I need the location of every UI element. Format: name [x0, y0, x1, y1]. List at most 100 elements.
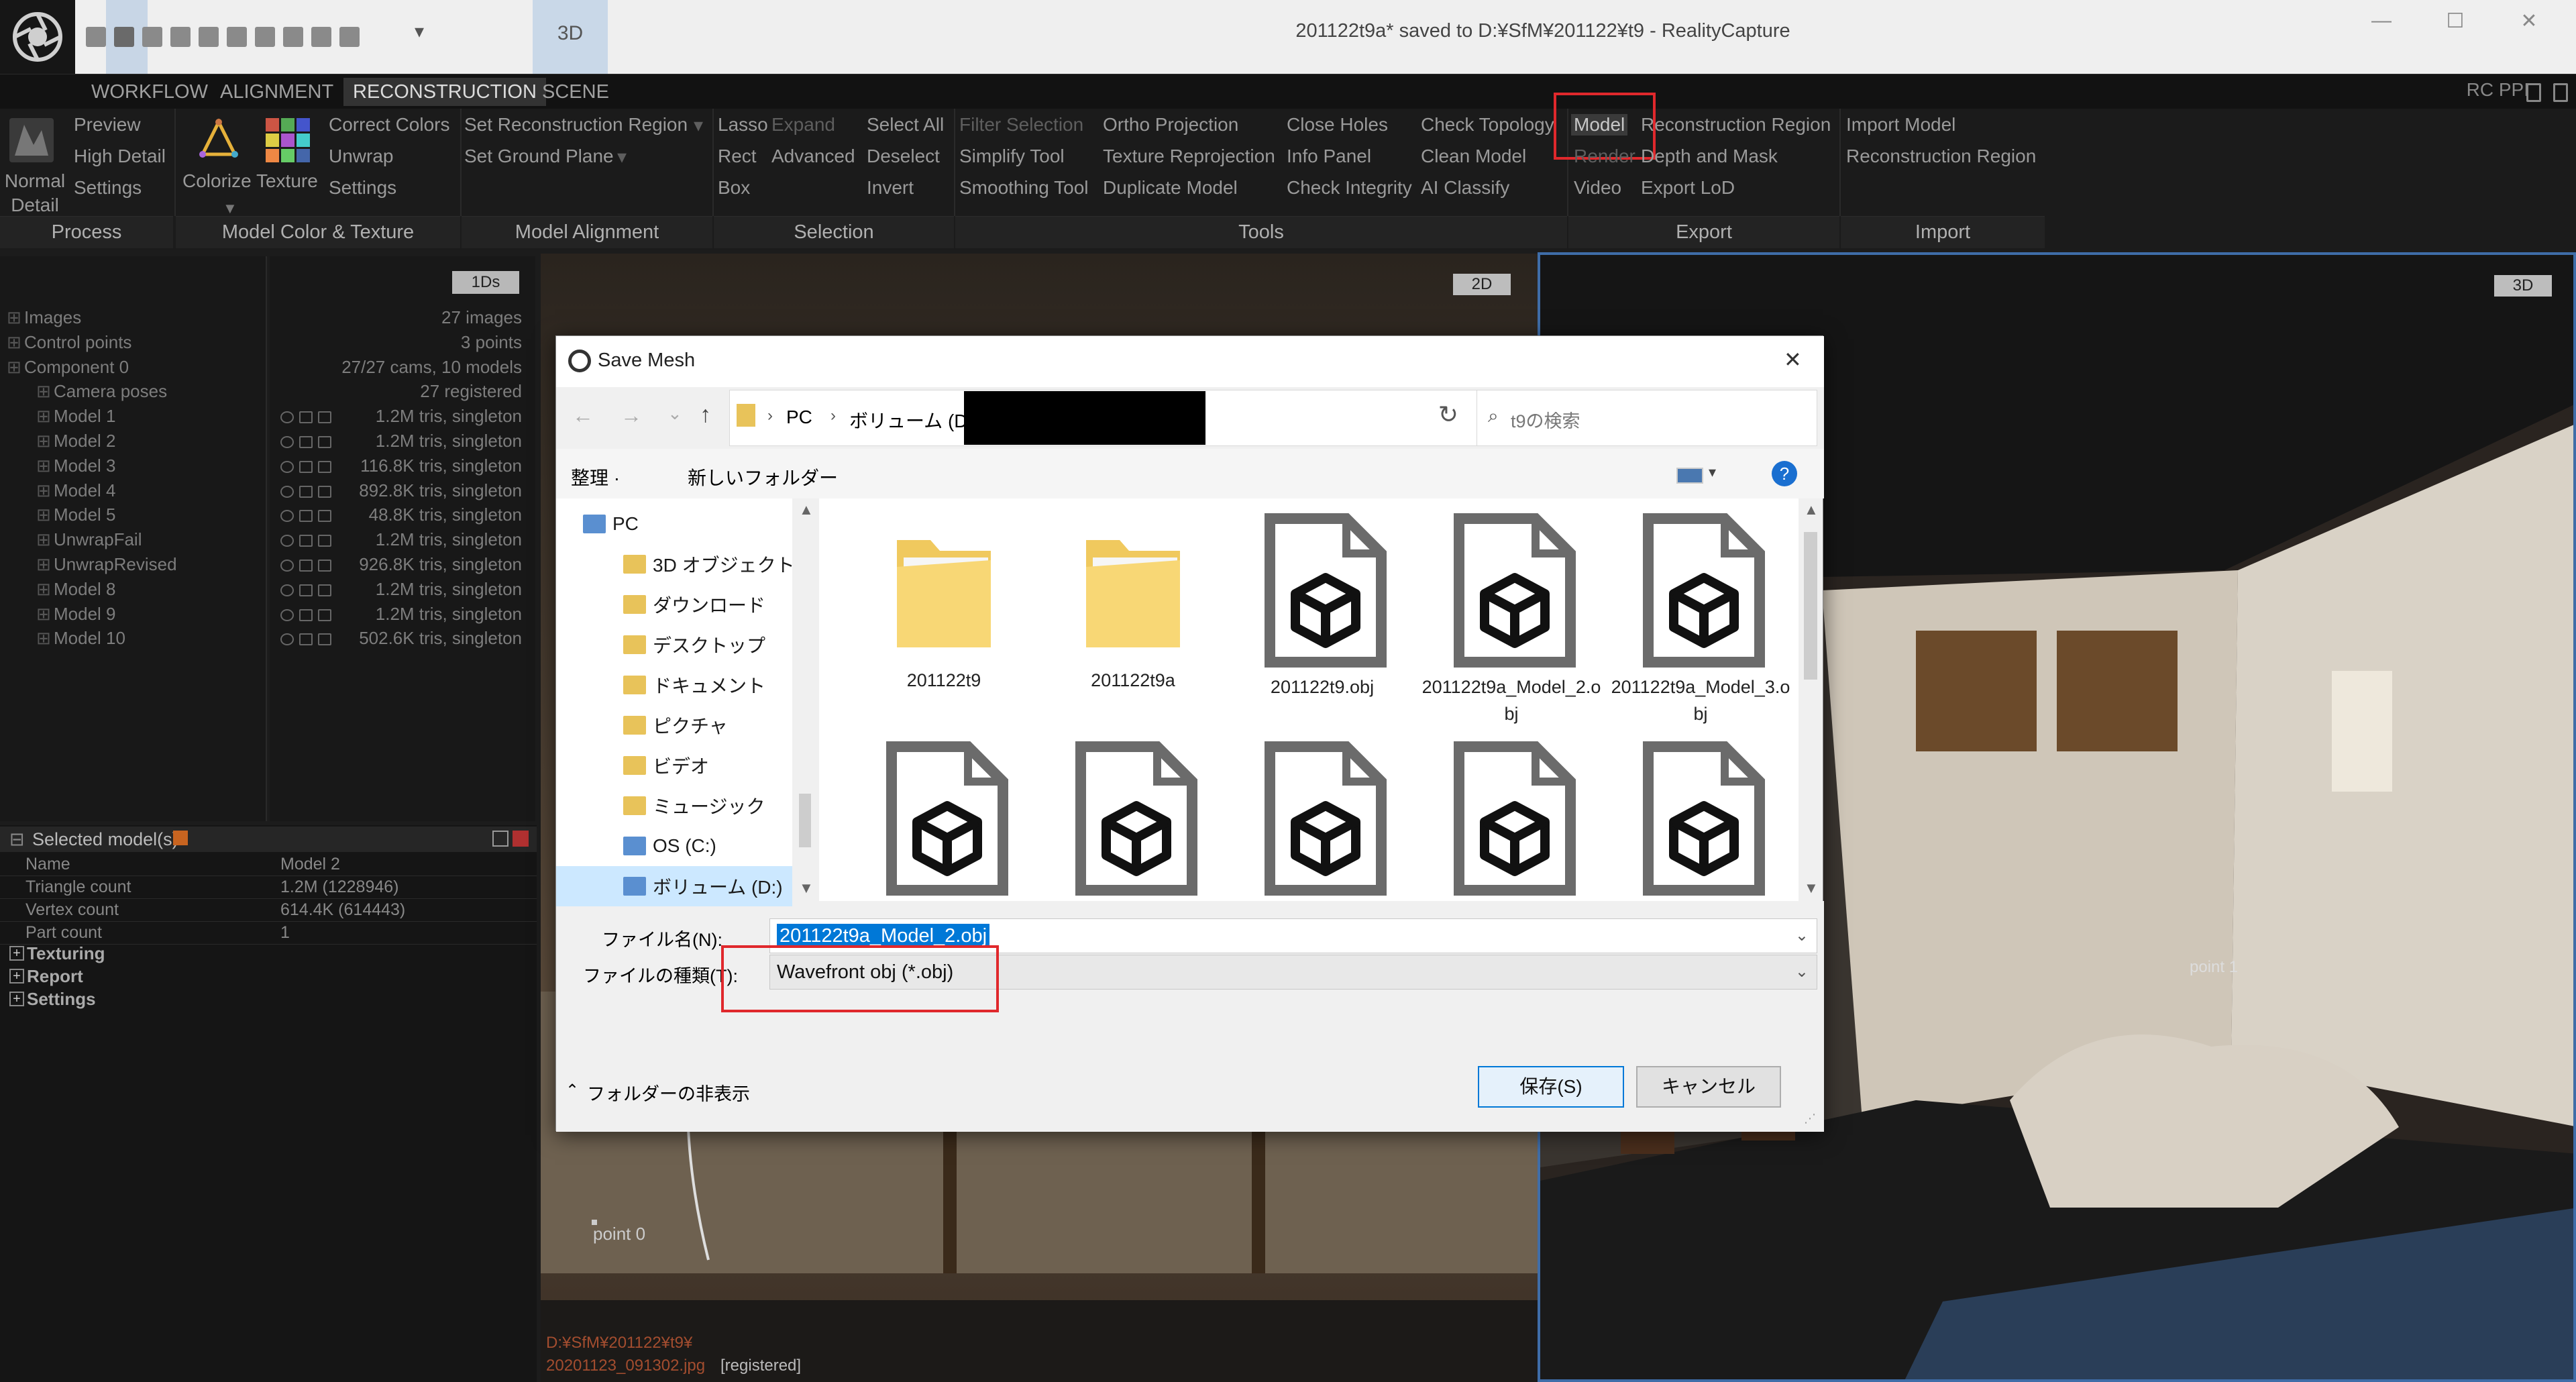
filter-selection-button[interactable]: Filter Selection [959, 114, 1083, 136]
collapse-icon[interactable]: ⊟ [9, 829, 25, 850]
close-button[interactable]: ✕ [2509, 9, 2549, 36]
expand-icon[interactable]: ⊞ [36, 628, 51, 649]
file-tile[interactable]: 201122t9a [1040, 513, 1226, 728]
property-section[interactable]: Settings [27, 989, 96, 1012]
up-arrow-icon[interactable]: ↑ [700, 402, 711, 428]
expand-icon[interactable]: ⊞ [36, 456, 51, 476]
chevron-down-icon[interactable]: ⌄ [1795, 919, 1809, 953]
expand-icon[interactable]: ⊞ [7, 357, 21, 378]
layout-8-icon[interactable] [283, 27, 303, 47]
expand-button[interactable]: Expand [771, 114, 835, 136]
hide-folders-button[interactable]: フォルダーの非表示 [587, 1079, 750, 1106]
organize-button[interactable]: 整理 · [571, 464, 620, 490]
chevron-down-icon[interactable]: ▾ [694, 114, 703, 136]
expand-icon[interactable]: ⊞ [36, 579, 51, 600]
file-tile[interactable]: 201122t9.obj [1230, 513, 1415, 728]
rect-button[interactable]: Rect [718, 146, 757, 167]
advanced-button[interactable]: Advanced [771, 146, 855, 167]
3d-badge[interactable]: 3D [2494, 275, 2552, 297]
scroll-up-icon[interactable]: ▲ [799, 501, 814, 519]
expand-icon[interactable]: ⊞ [36, 480, 51, 501]
scroll-thumb[interactable] [1804, 532, 1817, 680]
cancel-button[interactable]: キャンセル [1636, 1066, 1781, 1108]
chevron-down-icon[interactable]: ⌄ [1795, 955, 1809, 989]
colorize-icon[interactable] [199, 118, 239, 160]
maximize-button[interactable]: ☐ [2435, 9, 2475, 36]
info-panel-button[interactable]: Info Panel [1287, 146, 1371, 167]
1ds-badge[interactable]: 1Ds [452, 271, 519, 294]
expand-section-icon[interactable]: + [9, 992, 24, 1006]
menu-reconstruction[interactable]: RECONSTRUCTION [343, 78, 546, 106]
normal-detail-icon[interactable] [9, 118, 54, 162]
menu-scene[interactable]: SCENE [533, 78, 619, 106]
chevron-down-icon[interactable]: ▾ [1709, 464, 1716, 481]
simplify-tool-button[interactable]: Simplify Tool [959, 146, 1065, 167]
minimize-button[interactable]: — [2361, 9, 2402, 36]
export-lod-button[interactable]: Export LoD [1641, 177, 1735, 199]
nav-scrollbar[interactable]: ▲ ▼ [792, 498, 818, 901]
colorize-texture-button[interactable]: Colorize Texture [182, 170, 318, 192]
expand-icon[interactable]: ⊞ [36, 431, 51, 451]
import-model-button[interactable]: Import Model [1846, 114, 1955, 136]
select-all-button[interactable]: Select All [867, 114, 944, 136]
app-logo-icon[interactable] [0, 0, 75, 74]
high-detail-button[interactable]: High Detail [74, 146, 166, 167]
texture-reprojection-button[interactable]: Texture Reprojection [1103, 146, 1275, 167]
layout-2-icon[interactable] [114, 27, 134, 47]
breadcrumb-pc[interactable]: PC [786, 407, 812, 428]
chevron-down-icon[interactable]: ⌄ [667, 403, 682, 424]
chevron-down-icon[interactable]: ▼ [223, 200, 237, 217]
dialog-close-button[interactable]: ✕ [1784, 347, 1802, 372]
deselect-button[interactable]: Deselect [867, 146, 940, 167]
expand-icon[interactable]: ⊞ [36, 381, 51, 402]
check-integrity-button[interactable]: Check Integrity [1287, 177, 1412, 199]
nav-item[interactable]: ミュージック [623, 786, 765, 826]
expand-icon[interactable]: ⊞ [36, 504, 51, 525]
nav-item[interactable]: 3D オブジェクト [623, 544, 795, 584]
ortho-projection-button[interactable]: Ortho Projection [1103, 114, 1238, 136]
menu-workflow[interactable]: WORKFLOW [82, 78, 217, 106]
nav-item[interactable]: ボリューム (D:) [556, 866, 792, 906]
video-button[interactable]: Video [1574, 177, 1621, 199]
layout-7-icon[interactable] [255, 27, 275, 47]
lasso-button[interactable]: Lasso [718, 114, 768, 136]
nav-item[interactable]: OS (C:) [623, 826, 716, 866]
ai-classify-button[interactable]: AI Classify [1421, 177, 1509, 199]
file-tile[interactable]: 201122t9a_Model_2.obj [1419, 513, 1604, 728]
scroll-up-icon[interactable]: ▲ [1804, 501, 1819, 519]
file-tile[interactable] [1230, 741, 1415, 956]
back-arrow-icon[interactable]: ← [572, 403, 594, 428]
breadcrumb-volume-d[interactable]: ボリューム (D:) [849, 407, 979, 433]
duplicate-model-button[interactable]: Duplicate Model [1103, 177, 1238, 199]
layout-6-icon[interactable] [227, 27, 247, 47]
property-section[interactable]: Report [27, 966, 83, 989]
export-reconstruction-region-button[interactable]: Reconstruction Region [1641, 114, 1831, 136]
box-button[interactable]: Box [718, 177, 750, 199]
dock-icon[interactable] [492, 831, 508, 847]
clean-model-button[interactable]: Clean Model [1421, 146, 1526, 167]
expand-icon[interactable]: ⊞ [36, 554, 51, 575]
set-reconstruction-region-button[interactable]: Set Reconstruction Region [464, 114, 688, 136]
set-ground-plane-button[interactable]: Set Ground Plane [464, 146, 614, 167]
view-options-icon[interactable] [1676, 468, 1703, 484]
file-tile[interactable] [1419, 741, 1604, 956]
nav-item[interactable]: ピクチャ [623, 705, 728, 745]
expand-icon[interactable]: ⊞ [7, 307, 21, 328]
search-input[interactable]: ⌕ t9の検索 [1477, 390, 1817, 446]
preview-button[interactable]: Preview [74, 114, 141, 136]
undo-icon[interactable] [311, 27, 331, 47]
resize-grip-icon[interactable]: ⋰ [1804, 1112, 1816, 1126]
help-icon[interactable] [2553, 83, 2568, 102]
file-tile[interactable]: 201122t9a_Model_3.obj [1608, 513, 1793, 728]
expand-icon[interactable]: ⊞ [36, 529, 51, 550]
layout-1-icon[interactable] [86, 27, 106, 47]
layout-dropdown[interactable]: ▾ [409, 20, 429, 54]
layout-5-icon[interactable] [199, 27, 219, 47]
save-button[interactable]: 保存(S) [1478, 1066, 1624, 1108]
expand-section-icon[interactable]: + [9, 946, 24, 961]
file-scrollbar[interactable]: ▲ ▼ [1799, 498, 1823, 901]
nav-item[interactable]: ダウンロード [623, 584, 765, 625]
invert-button[interactable]: Invert [867, 177, 914, 199]
texture-settings-button[interactable]: Settings [329, 177, 396, 199]
colorize-texture-icon[interactable] [266, 118, 310, 162]
